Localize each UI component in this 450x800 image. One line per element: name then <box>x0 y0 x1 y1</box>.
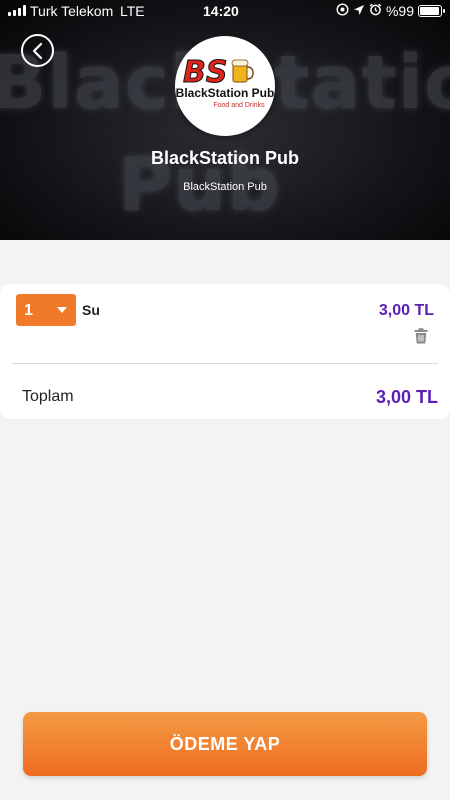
divider <box>12 363 438 364</box>
battery-icon <box>418 5 445 17</box>
item-price: 3,00 TL <box>378 302 434 319</box>
logo-title: BlackStation Pub <box>176 86 275 100</box>
chevron-left-icon <box>32 42 42 59</box>
logo-monogram: BS <box>183 55 227 90</box>
trash-icon[interactable] <box>414 328 428 344</box>
location-lock-icon <box>336 3 349 19</box>
battery-level-fill <box>420 7 439 15</box>
carrier-name: Turk Telekom <box>30 3 114 19</box>
venue-name: BlackStation Pub <box>150 148 300 168</box>
caret-down-icon <box>57 307 67 313</box>
cart-card: 1 Su 3,00 TL Toplam 3,00 TL <box>0 284 450 419</box>
battery-percent: %99 <box>385 3 414 19</box>
venue-header: BlackStation Pub Turk Telekom LTE 14:20 … <box>0 0 450 240</box>
item-name: Su <box>82 302 100 318</box>
alarm-icon <box>369 3 382 19</box>
total-value: 3,00 TL <box>375 387 438 407</box>
location-arrow-icon <box>353 4 365 19</box>
beer-mug-icon <box>231 59 254 83</box>
status-bar: Turk Telekom LTE 14:20 %99 <box>0 0 450 22</box>
quantity-dropdown[interactable]: 1 <box>16 294 76 326</box>
venue-logo: BS BlackStation Pub Food and Drinks <box>175 36 275 136</box>
pay-button[interactable]: ÖDEME YAP <box>23 712 427 776</box>
signal-strength-icon <box>8 5 26 16</box>
venue-subtitle: BlackStation Pub <box>183 181 267 193</box>
total-label: Toplam <box>22 388 74 405</box>
quantity-value: 1 <box>24 302 33 319</box>
status-right-group: %99 <box>336 3 445 19</box>
network-type: LTE <box>120 3 145 19</box>
logo-tagline: Food and Drinks <box>213 102 265 109</box>
status-time: 14:20 <box>203 3 239 19</box>
back-button[interactable] <box>21 34 54 67</box>
